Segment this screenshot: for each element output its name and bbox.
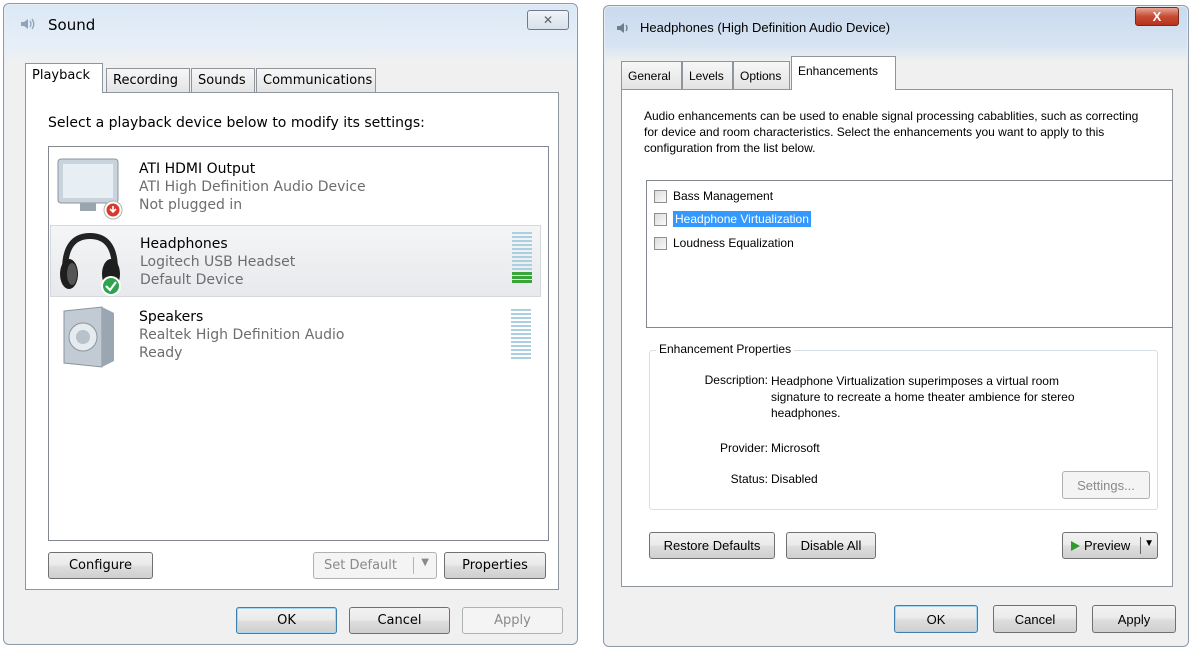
enhancements-panel: Audio enhancements can be used to enable… [621, 89, 1173, 587]
tab-general[interactable]: General [621, 61, 682, 89]
apply-button[interactable]: Apply [1092, 605, 1176, 633]
device-name: Headphones [140, 236, 228, 252]
close-button[interactable]: ✕ [527, 10, 569, 30]
tab-enhancements[interactable]: Enhancements [791, 56, 896, 90]
configure-button[interactable]: Configure [48, 552, 153, 579]
play-icon [1071, 540, 1080, 551]
sound-titlebar[interactable]: Sound ✕ [4, 4, 577, 42]
device-speakers[interactable]: Speakers Realtek High Definition Audio R… [50, 299, 541, 371]
provider-label: Provider: [719, 441, 768, 455]
provider-value: Microsoft [771, 441, 820, 455]
cancel-button[interactable]: Cancel [993, 605, 1077, 633]
cancel-button[interactable]: Cancel [349, 607, 450, 634]
description-value: Headphone Virtualization superimposes a … [771, 374, 1075, 420]
speaker-icon [617, 23, 628, 33]
monitor-icon [57, 158, 123, 220]
speaker-box-icon [63, 306, 114, 368]
tab-communications[interactable]: Communications [256, 68, 376, 93]
set-default-button[interactable]: Set Default ▼ [313, 552, 437, 579]
playback-panel: Select a playback device below to modify… [25, 92, 559, 590]
headphones-titlebar[interactable]: Headphones (High Definition Audio Device… [604, 6, 1188, 44]
tab-recording[interactable]: Recording [106, 68, 190, 93]
device-ati-hdmi[interactable]: ATI HDMI Output ATI High Definition Audi… [50, 151, 541, 223]
preview-button[interactable]: Preview ▼ [1062, 532, 1158, 559]
sound-window-title: Sound [48, 16, 96, 34]
tab-levels[interactable]: Levels [682, 61, 733, 89]
enhancement-bass-management[interactable]: Bass Management [654, 186, 773, 206]
device-name: ATI HDMI Output [139, 161, 256, 177]
headphones-icon [60, 232, 121, 296]
checkbox[interactable] [654, 212, 667, 226]
restore-defaults-button[interactable]: Restore Defaults [649, 532, 775, 559]
checkbox[interactable] [654, 236, 667, 250]
enhancement-properties-group: Enhancement Properties Description: Head… [649, 342, 1158, 510]
enhancement-loudness-equalization[interactable]: Loudness Equalization [654, 233, 794, 253]
device-headphones[interactable]: Headphones Logitech USB Headset Default … [50, 225, 541, 297]
tab-playback[interactable]: Playback [25, 63, 103, 93]
sound-window: Sound ✕ Playback Recording Sounds Commun… [3, 3, 578, 645]
ok-button[interactable]: OK [894, 605, 978, 633]
close-icon: X [1152, 9, 1162, 24]
close-icon: ✕ [542, 13, 554, 27]
headphones-properties-window: Headphones (High Definition Audio Device… [603, 5, 1189, 647]
tab-sounds[interactable]: Sounds [191, 68, 255, 93]
device-status: Ready [139, 345, 183, 361]
status-value: Disabled [771, 472, 818, 486]
device-driver: ATI High Definition Audio Device [139, 179, 366, 195]
properties-button[interactable]: Properties [444, 552, 546, 579]
close-button[interactable]: X [1135, 7, 1179, 26]
tab-options[interactable]: Options [733, 61, 790, 89]
headphones-window-title: Headphones (High Definition Audio Device… [640, 20, 891, 35]
group-title: Enhancement Properties [656, 342, 795, 356]
volume-meter [511, 309, 531, 361]
device-status: Not plugged in [139, 197, 243, 213]
instruction-text: Select a playback device below to modify… [48, 115, 425, 131]
device-name: Speakers [139, 309, 204, 325]
ok-button[interactable]: OK [236, 607, 337, 634]
device-driver: Realtek High Definition Audio [139, 327, 345, 343]
dropdown-arrow-icon: ▼ [1144, 538, 1154, 549]
enhancements-list[interactable]: Bass Management Headphone Virtualization… [646, 180, 1173, 328]
settings-button[interactable]: Settings... [1062, 471, 1150, 499]
apply-button[interactable]: Apply [462, 607, 563, 634]
device-list[interactable]: ATI HDMI Output ATI High Definition Audi… [48, 146, 549, 541]
enhancements-description: Audio enhancements can be used to enable… [644, 109, 1139, 155]
volume-meter [512, 232, 532, 284]
checkbox[interactable] [654, 189, 667, 203]
dropdown-arrow-icon: ▼ [421, 557, 429, 568]
disable-all-button[interactable]: Disable All [786, 532, 876, 559]
device-status: Default Device [140, 272, 244, 288]
speaker-icon [21, 18, 35, 30]
description-label: Description: [704, 373, 768, 387]
enhancement-headphone-virtualization[interactable]: Headphone Virtualization [654, 209, 811, 229]
device-driver: Logitech USB Headset [140, 254, 296, 270]
status-label: Status: [730, 472, 768, 486]
